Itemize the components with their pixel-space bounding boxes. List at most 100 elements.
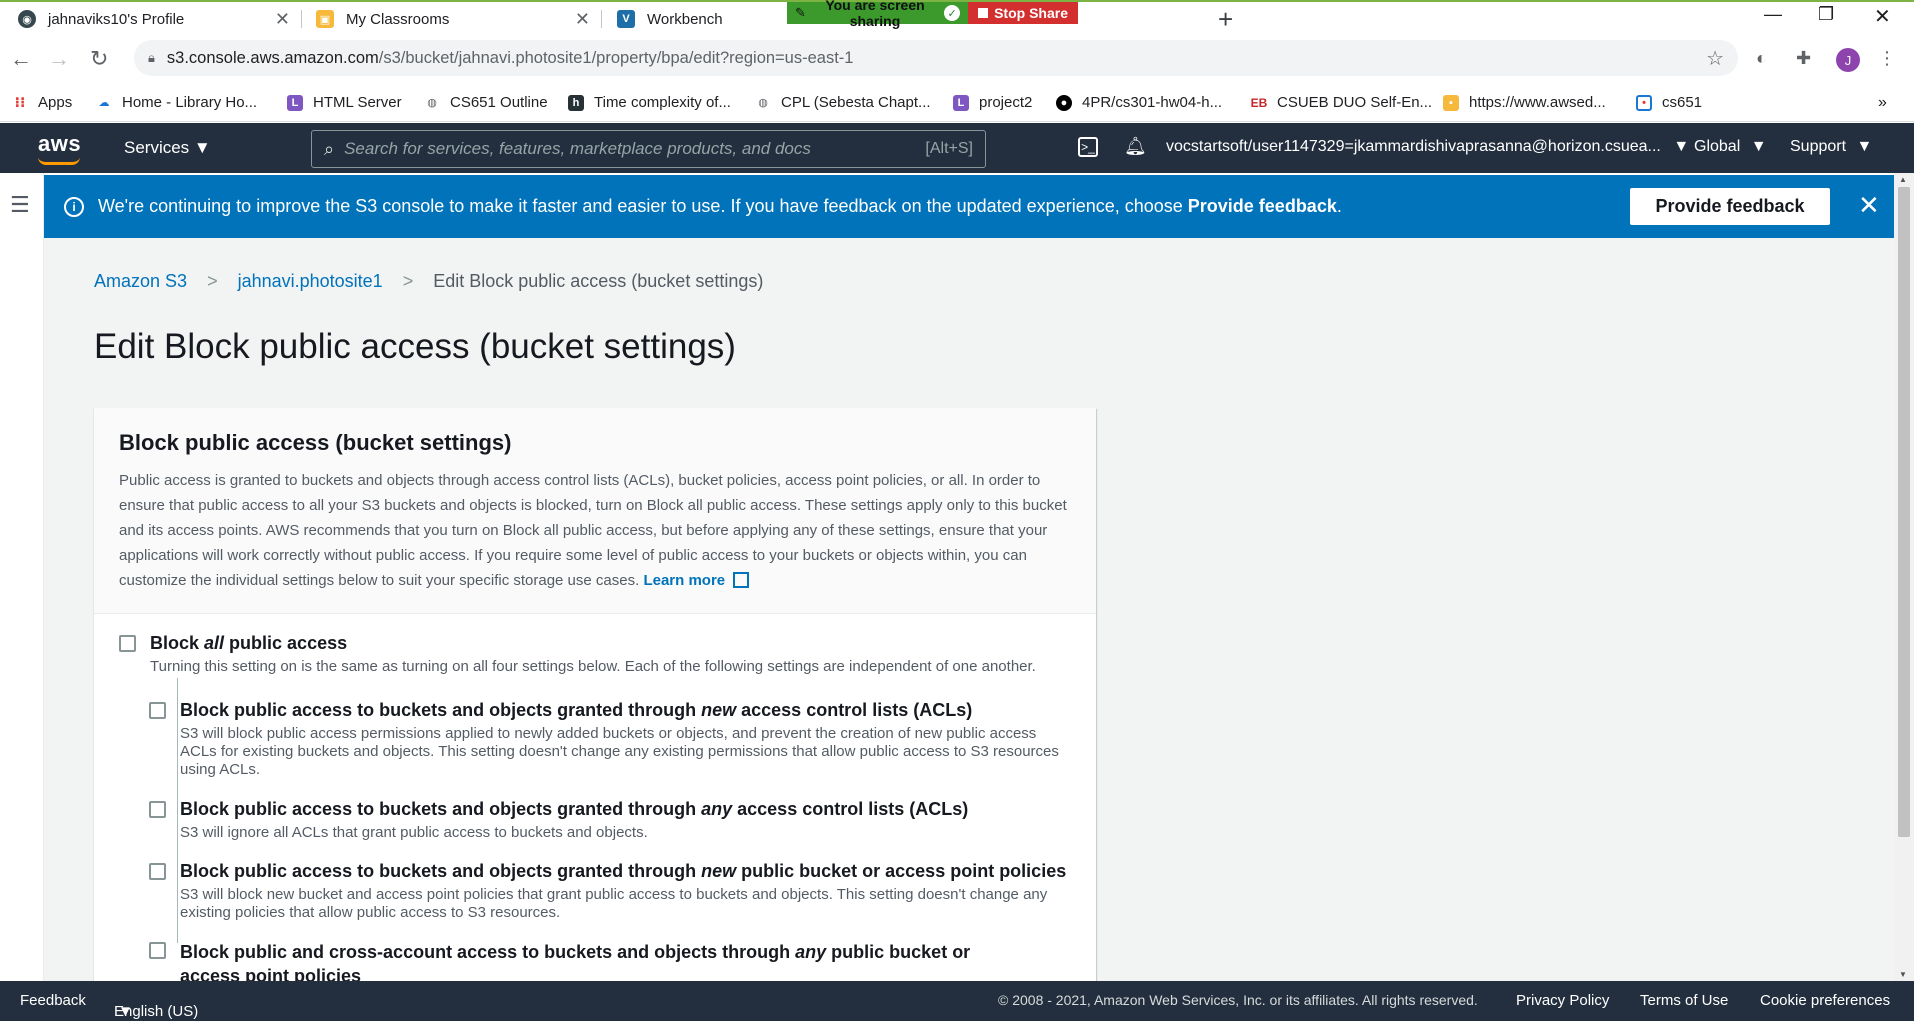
stop-share-button[interactable]: Stop Share <box>968 2 1078 24</box>
new-tab-plus-icon[interactable]: + <box>1218 4 1233 35</box>
hamburger-menu-icon[interactable]: ☰ <box>10 192 30 218</box>
option-description: Turning this setting on is the same as t… <box>150 658 1036 675</box>
footer-feedback-link[interactable]: Feedback <box>20 992 86 1009</box>
bookmark-project2[interactable]: Lproject2 <box>953 94 1032 111</box>
block-any-policies-option: Block public and cross-account access to… <box>149 940 1029 981</box>
bookmark-library[interactable]: ☁ Home - Library Ho... <box>96 94 258 111</box>
side-nav-collapsed <box>0 173 44 981</box>
tab-my-classrooms[interactable]: ▣ My Classrooms ✕ <box>316 4 590 34</box>
services-menu-button[interactable]: Services ▼ <box>124 138 211 158</box>
reload-icon[interactable]: ↻ <box>90 46 108 72</box>
title-emphasis: new <box>701 700 737 720</box>
tab-workbench[interactable]: V Workbench <box>617 4 777 34</box>
bookmark-html-server[interactable]: L HTML Server <box>287 94 402 111</box>
title-part: Block public access to buckets and objec… <box>180 799 702 819</box>
support-menu[interactable]: Support ▼ <box>1790 138 1872 156</box>
title-part: access control lists (ACLs) <box>736 700 973 720</box>
bookmark-cpl[interactable]: ◍ CPL (Sebesta Chapt... <box>755 94 930 111</box>
tab-title: Workbench <box>647 10 723 28</box>
window-close-icon[interactable]: ✕ <box>1874 4 1891 29</box>
block-new-acls-checkbox[interactable] <box>149 702 166 719</box>
option-title: Block public and cross-account access to… <box>180 940 1029 981</box>
breadcrumb: Amazon S3 > jahnavi.photosite1 > Edit Bl… <box>94 271 763 292</box>
option-title: Block public access to buckets and objec… <box>180 799 968 820</box>
title-emphasis: all <box>204 633 225 653</box>
breadcrumb-amazon-s3[interactable]: Amazon S3 <box>94 271 187 292</box>
option-title: Block public access to buckets and objec… <box>180 861 1069 882</box>
close-icon[interactable]: ✕ <box>275 9 290 30</box>
footer-copyright: © 2008 - 2021, Amazon Web Services, Inc.… <box>998 992 1478 1008</box>
block-any-acls-checkbox[interactable] <box>149 801 166 818</box>
extensions-puzzle-icon[interactable]: ✚ <box>1796 48 1811 69</box>
close-icon[interactable]: ✕ <box>575 9 590 30</box>
page-scrollbar[interactable]: ▲ ▼ <box>1894 173 1914 981</box>
bookmark-label: HTML Server <box>313 94 402 111</box>
privacy-policy-link[interactable]: Privacy Policy <box>1516 992 1609 1009</box>
extension-circle-icon[interactable]: ◐ <box>1756 48 1767 69</box>
breadcrumb-bucket[interactable]: jahnavi.photosite1 <box>238 271 383 292</box>
scrollbar-thumb[interactable] <box>1898 187 1910 837</box>
cookie-preferences-link[interactable]: Cookie preferences <box>1760 992 1890 1009</box>
bookmark-star-icon[interactable]: ☆ <box>1706 46 1724 71</box>
block-all-checkbox[interactable] <box>119 635 136 652</box>
caret-down-icon: ▼ <box>193 138 211 157</box>
account-menu[interactable]: vocstartsoft/user1147329=jkammardishivap… <box>1166 138 1689 156</box>
feedback-banner: i We're continuing to improve the S3 con… <box>44 175 1894 238</box>
provide-feedback-button[interactable]: Provide feedback <box>1630 188 1830 225</box>
option-text: Block public access to buckets and objec… <box>180 700 1069 779</box>
more-bookmarks-icon[interactable]: » <box>1878 94 1887 112</box>
banner-message: We're continuing to improve the S3 conso… <box>98 196 1342 217</box>
close-icon[interactable]: ✕ <box>1858 190 1880 221</box>
bell-icon[interactable]: 🔔︎ <box>1124 136 1147 157</box>
restore-icon[interactable]: ❐ <box>1818 4 1834 25</box>
bookmark-label: https://www.awsed... <box>1469 94 1606 111</box>
globe-icon: ◍ <box>758 97 768 109</box>
title-part: Block public and cross-account access to… <box>180 942 796 962</box>
support-label: Support <box>1790 138 1847 155</box>
block-any-policies-checkbox[interactable] <box>149 942 166 959</box>
box-icon: ▪ <box>1443 94 1459 111</box>
panel-title: Block public access (bucket settings) <box>119 430 512 455</box>
block-new-policies-option: Block public access to buckets and objec… <box>149 861 1069 922</box>
browser-tab-strip: ◉ jahnaviks10's Profile ✕ ▣ My Classroom… <box>0 0 1914 35</box>
bookmark-github[interactable]: ● 4PR/cs301-hw04-h... <box>1056 94 1222 111</box>
tab-title: jahnaviks10's Profile <box>48 10 185 28</box>
cloudshell-icon[interactable]: >_ <box>1078 137 1098 157</box>
github-icon: ● <box>1056 94 1072 111</box>
screen-share-banner: ✎ You are screen sharing ✓ Stop Share <box>787 0 1078 29</box>
search-placeholder: Search for services, features, marketpla… <box>344 139 811 158</box>
terms-of-use-link[interactable]: Terms of Use <box>1640 992 1728 1009</box>
profile-avatar[interactable]: J <box>1836 48 1860 72</box>
block-all-option: Block all public access Turning this set… <box>119 633 1069 676</box>
stop-icon <box>978 8 989 18</box>
scroll-up-arrow-icon[interactable]: ▲ <box>1899 175 1907 184</box>
bookmark-duo[interactable]: EB CSUEB DUO Self-En... <box>1251 94 1432 111</box>
aws-logo[interactable]: aws <box>38 131 82 165</box>
tab-profile[interactable]: ◉ jahnaviks10's Profile ✕ <box>18 4 290 34</box>
menu-kebab-icon[interactable]: ⋮ <box>1878 48 1896 69</box>
stop-share-label: Stop Share <box>994 5 1068 21</box>
scroll-down-arrow-icon[interactable]: ▼ <box>1899 970 1907 979</box>
block-any-acls-option: Block public access to buckets and objec… <box>149 799 1069 842</box>
aws-logo-text: aws <box>38 131 82 156</box>
bookmark-apps[interactable]: ⁝⁝ Apps <box>12 94 73 111</box>
title-part: public bucket or access point policies <box>736 861 1067 881</box>
bookmark-time-complexity[interactable]: h Time complexity of... <box>568 94 731 111</box>
bookmark-cs651-outline[interactable]: ◍ CS651 Outline <box>424 94 547 111</box>
block-new-policies-checkbox[interactable] <box>149 863 166 880</box>
learn-more-link[interactable]: Learn more <box>643 572 725 589</box>
banner-text-bold: Provide feedback <box>1187 196 1337 216</box>
option-title: Block all public access <box>150 633 1036 654</box>
back-arrow-icon[interactable]: ← <box>10 46 32 72</box>
aws-smile-icon <box>38 157 80 165</box>
region-menu[interactable]: Global ▼ <box>1694 138 1767 156</box>
aws-search-input[interactable]: ⌕ Search for services, features, marketp… <box>311 130 986 168</box>
url-field[interactable]: 🔒︎ s3.console.aws.amazon.com/s3/bucket/j… <box>134 40 1738 76</box>
bookmark-label: CSUEB DUO Self-En... <box>1277 94 1433 111</box>
minimize-icon[interactable]: — <box>1764 4 1782 25</box>
option-title: Block public access to buckets and objec… <box>180 700 1069 721</box>
bookmark-cs651[interactable]: • cs651 <box>1636 94 1702 111</box>
forward-arrow-icon[interactable]: → <box>48 46 70 72</box>
chevron-right-icon: > <box>207 271 218 291</box>
bookmark-awsed[interactable]: ▪ https://www.awsed... <box>1443 94 1606 111</box>
